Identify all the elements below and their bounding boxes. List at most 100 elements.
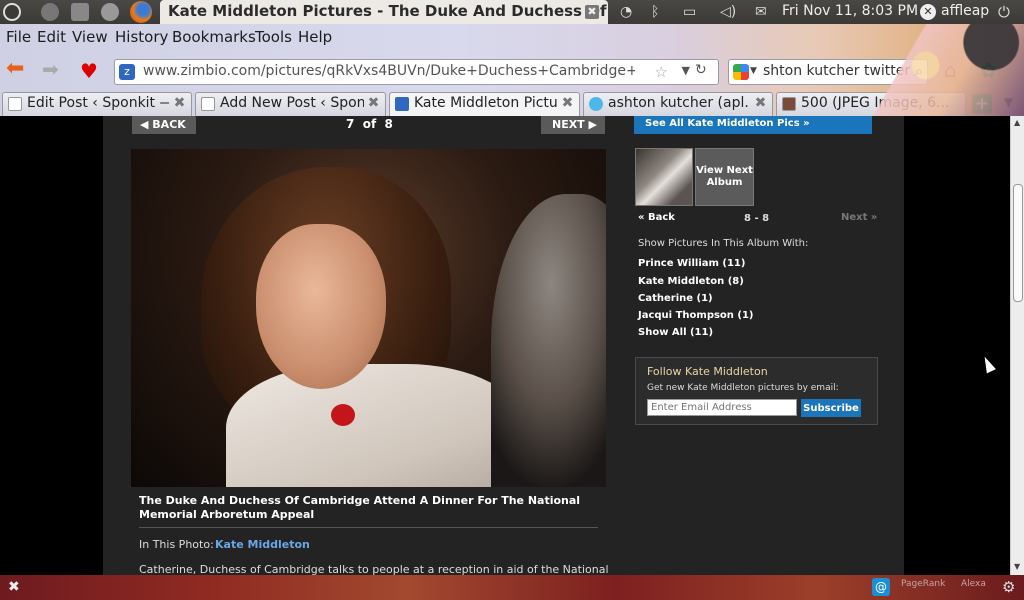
tab-bar: Edit Post ‹ Sponkit — WordPress ✖ Add Ne… [0,90,1024,116]
search-query[interactable]: shton kutcher twitter [763,63,910,79]
scrollbar-thumb[interactable] [1013,184,1023,302]
tab-close-icon[interactable]: ✖ [753,96,768,111]
text-editor-icon[interactable] [71,3,89,21]
window-close-button[interactable]: ✖ [585,5,599,19]
page-column: ◀ BACK 7 of 8 NEXT ▶ The Duke And Duches… [103,116,904,575]
tab-label: Add New Post ‹ Sponkit — WordPress [220,95,364,111]
pagerank-label[interactable]: PageRank [901,579,945,589]
tab-list-dropdown-icon[interactable]: ▼ [1004,95,1013,109]
mouse-cursor-icon [980,354,996,374]
bluetooth-icon[interactable]: ᛒ [651,4,659,20]
clock[interactable]: Fri Nov 11, 8:03 PM [782,3,918,19]
filter-link-show-all[interactable]: Show All (11) [638,327,713,338]
tab-edit-post[interactable]: Edit Post ‹ Sponkit — WordPress ✖ [2,92,192,116]
album-back-link[interactable]: « Back [638,212,675,223]
tab-label: Kate Middleton Pictures - The Duke [414,95,558,111]
menu-tools[interactable]: Tools [255,28,292,46]
see-all-pics-link[interactable]: See All Kate Middleton Pics » [634,116,872,134]
filter-link-kate-middleton[interactable]: Kate Middleton (8) [638,276,744,287]
tab-close-icon[interactable]: ✖ [172,96,187,111]
wifi-icon[interactable]: ◔ [620,4,632,20]
menu-help[interactable]: Help [298,28,332,46]
photo-description: Catherine, Duchess of Cambridge talks to… [139,563,609,575]
album-range: 8 - 8 [744,213,770,224]
photo-title: The Duke And Duchess Of Cambridge Attend… [139,494,581,521]
photo-subject-face [256,224,386,389]
follow-title: Follow Kate Middleton [647,365,768,378]
heart-icon[interactable]: ♥ [80,59,98,83]
app-launcher-icon[interactable] [41,3,59,21]
ubuntu-logo-icon[interactable] [3,3,21,21]
filter-link-prince-william[interactable]: Prince William (11) [638,258,745,269]
settings-launcher-icon[interactable] [101,3,119,21]
firefox-icon[interactable] [130,1,152,23]
at-sign-addon-icon[interactable]: @ [872,578,890,596]
new-tab-button[interactable]: + [972,94,992,114]
forward-arrow-icon[interactable]: ➡ [42,58,64,82]
follow-box: Follow Kate Middleton Get new Kate Middl… [635,357,878,425]
twitter-bird-icon [589,97,603,111]
home-icon[interactable]: ⌂ [944,58,968,82]
email-field[interactable] [647,399,797,416]
close-addon-bar-icon[interactable]: ✖ [8,579,20,595]
gear-icon[interactable]: ⚙ [1002,578,1015,596]
browser-chrome: File Edit View History Bookmarks Tools H… [0,24,1024,116]
google-icon[interactable] [733,64,749,80]
main-photo[interactable] [131,149,606,487]
tab-close-icon[interactable]: ✖ [560,96,575,111]
photo-of: of [362,117,377,131]
filter-heading: Show Pictures In This Album With: [638,238,809,249]
image-thumbnail-icon [782,97,796,111]
tab-close-icon[interactable]: ✖ [366,96,381,111]
bookmark-star-icon[interactable]: ☆ [655,63,668,81]
tab-jpeg-image[interactable]: 500 (JPEG Image, 6... [776,92,966,116]
photo-back-button[interactable]: ◀ BACK [132,116,196,134]
photo-total: 8 [384,117,393,131]
search-input[interactable]: ▼ shton kutcher twitter ⌕ [728,59,928,85]
url-dropdown-icon[interactable]: ▼ [682,64,690,77]
tab-label: ashton kutcher (apl... [608,95,750,111]
subscribe-button[interactable]: Subscribe [801,399,861,417]
tab-ashton-kutcher[interactable]: ashton kutcher (apl... ✖ [583,92,773,116]
photo-subject-dress [226,364,526,487]
album-thumbnail[interactable] [635,148,693,206]
photo-next-button[interactable]: NEXT ▶ [541,116,605,134]
view-next-album-button[interactable]: View Next Album [695,148,754,206]
photo-counter: 7 of 8 [346,117,393,131]
alexa-label[interactable]: Alexa [961,579,986,589]
site-identity-icon[interactable]: z [119,64,135,80]
filter-link-jacqui-thompson[interactable]: Jacqui Thompson (1) [638,310,754,321]
navigation-toolbar: ⬅ ➡ ♥ z www.zimbio.com/pictures/qRkVxs4B… [0,56,1024,86]
power-icon[interactable]: ⏻ [998,3,1010,21]
search-engine-dropdown-icon[interactable]: ▼ [750,66,757,76]
battery-icon[interactable]: ▭ [683,4,696,20]
photo-current: 7 [346,117,355,131]
tab-add-new-post[interactable]: Add New Post ‹ Sponkit — WordPress ✖ [195,92,386,116]
volume-icon[interactable]: ◁) [720,4,736,20]
search-icon[interactable]: ⌕ [915,62,923,80]
page-viewport: ◀ BACK 7 of 8 NEXT ▶ The Duke And Duches… [0,116,1010,575]
menu-file[interactable]: File [6,28,31,46]
scroll-up-icon[interactable]: ▲ [1014,118,1020,127]
scroll-down-icon[interactable]: ▼ [1014,562,1020,571]
user-status-icon[interactable]: ✕ [920,4,936,20]
vertical-scrollbar[interactable]: ▲ ▼ [1010,116,1024,575]
menu-history[interactable]: History [115,28,168,46]
menu-bookmarks[interactable]: Bookmarks [172,28,256,46]
menu-edit[interactable]: Edit [37,28,66,46]
mail-icon[interactable]: ✉ [755,4,767,20]
tab-kate-middleton-pictures[interactable]: Kate Middleton Pictures - The Duke ✖ [389,92,580,116]
menu-view[interactable]: View [72,28,108,46]
url-bar[interactable]: z www.zimbio.com/pictures/qRkVxs4BUVn/Du… [114,59,719,85]
follow-description: Get new Kate Middleton pictures by email… [647,383,839,393]
album-next-link[interactable]: Next » [841,212,877,223]
url-text[interactable]: www.zimbio.com/pictures/qRkVxs4BUVn/Duke… [143,63,635,79]
back-arrow-icon[interactable]: ⬅ [6,58,32,82]
username[interactable]: affleap [941,3,989,19]
album-back-label: Back [647,212,675,223]
in-photo-person-link[interactable]: Kate Middleton [215,538,310,551]
addon-gear-icon[interactable]: ✿ [980,58,1004,82]
filter-link-catherine[interactable]: Catherine (1) [638,293,713,304]
photo-back-label: BACK [152,118,186,131]
reload-icon[interactable]: ↻ [695,62,707,78]
